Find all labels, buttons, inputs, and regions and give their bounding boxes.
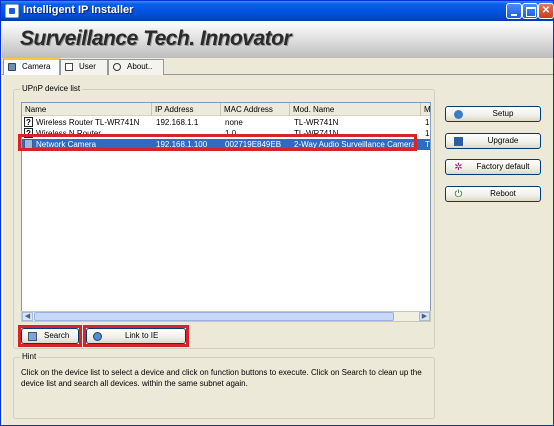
device-model: TL-WR741N (294, 129, 339, 138)
device-ip: 192.168.1.1 (156, 118, 199, 127)
scrollbar-thumb[interactable] (34, 312, 394, 321)
camera-icon (8, 63, 16, 71)
minimize-button[interactable] (506, 3, 522, 19)
link-to-ie-label: Link to IE (125, 331, 159, 340)
horizontal-scrollbar[interactable]: ◀ ▶ (21, 311, 431, 322)
setup-button[interactable]: Setup (445, 106, 541, 122)
device-model: TL-WR741N (294, 118, 339, 127)
tab-camera[interactable]: Camera (3, 58, 60, 76)
upgrade-label: Upgrade (487, 136, 519, 145)
device-mac: none (225, 118, 243, 127)
tab-user-label: User (79, 62, 96, 71)
column-header-mac[interactable]: MAC Address (221, 103, 290, 116)
device-mac: 1.0 (225, 129, 237, 138)
device-name: Wireless N Router (36, 129, 101, 138)
close-button[interactable]: ✕ (538, 3, 554, 19)
setup-label: Setup (492, 109, 514, 118)
hint-text: Click on the device list to select a dev… (21, 368, 422, 388)
app-window: Intelligent IP Installer ✕ Surveillance … (0, 0, 554, 426)
column-header-model[interactable]: Mod. Name (290, 103, 421, 116)
question-icon: ? (24, 128, 33, 138)
search-icon (28, 332, 37, 341)
column-header-ip[interactable]: IP Address (152, 103, 221, 116)
upgrade-button[interactable]: Upgrade (445, 133, 541, 149)
reboot-label: Reboot (490, 189, 516, 198)
device-list[interactable]: Name IP Address MAC Address Mod. Name M … (21, 102, 431, 322)
device-list-header: Name IP Address MAC Address Mod. Name M (22, 103, 430, 116)
scroll-left-icon[interactable]: ◀ (22, 312, 33, 321)
window-title: Intelligent IP Installer (23, 4, 134, 16)
app-icon (5, 4, 19, 18)
tab-user[interactable]: User (60, 59, 108, 75)
device-model: 2-Way Audio Surveillance Camera (294, 140, 416, 149)
setup-icon (454, 110, 463, 119)
reboot-button[interactable]: ⏻ Reboot (445, 186, 541, 202)
tab-about-label: About.. (127, 62, 153, 71)
device-row[interactable]: ? Wireless Router TL-WR741N 192.168.1.1 … (22, 117, 430, 128)
banner: Surveillance Tech. Innovator (2, 21, 553, 58)
user-icon (65, 63, 73, 71)
question-icon: ? (24, 117, 33, 127)
device-m: T (425, 140, 430, 149)
column-header-name[interactable]: Name (22, 103, 152, 116)
about-icon (113, 63, 121, 71)
title-bar[interactable]: Intelligent IP Installer ✕ (1, 1, 554, 21)
tab-bar: Camera User About.. (2, 58, 553, 76)
ie-icon (93, 332, 102, 341)
device-row[interactable]: ? Wireless N Router 1.0 TL-WR741N 1 (22, 128, 430, 139)
device-ip (156, 128, 221, 139)
tab-camera-label: Camera (22, 62, 51, 71)
maximize-button[interactable] (522, 3, 538, 19)
factory-default-icon: ✲ (454, 162, 463, 173)
device-name: Wireless Router TL-WR741N (36, 118, 140, 127)
device-m: 1 (425, 118, 430, 127)
tab-content-camera: UPnP device list Name IP Address MAC Add… (2, 75, 553, 425)
factory-default-button[interactable]: ✲ Factory default (445, 159, 541, 175)
device-m: 1 (425, 129, 430, 138)
tab-about[interactable]: About.. (108, 59, 164, 75)
banner-slogan: Surveillance Tech. Innovator (20, 27, 292, 50)
device-name: Network Camera (36, 140, 97, 149)
camera-icon (24, 139, 33, 149)
column-header-m[interactable]: M (421, 103, 430, 116)
link-to-ie-button[interactable]: Link to IE (86, 328, 186, 344)
scroll-right-icon[interactable]: ▶ (419, 312, 430, 321)
search-button[interactable]: Search (21, 328, 79, 344)
device-mac: 002719E849EB (225, 140, 282, 149)
search-button-label: Search (44, 331, 70, 340)
factory-default-label: Factory default (476, 162, 530, 171)
upgrade-icon (454, 137, 463, 146)
device-row-selected[interactable]: Network Camera 192.168.1.100 002719E849E… (22, 139, 430, 150)
hint-group-title: Hint (20, 352, 39, 361)
device-ip: 192.168.1.100 (156, 140, 208, 149)
upnp-group-title: UPnP device list (20, 84, 83, 93)
power-icon: ⏻ (454, 189, 463, 200)
